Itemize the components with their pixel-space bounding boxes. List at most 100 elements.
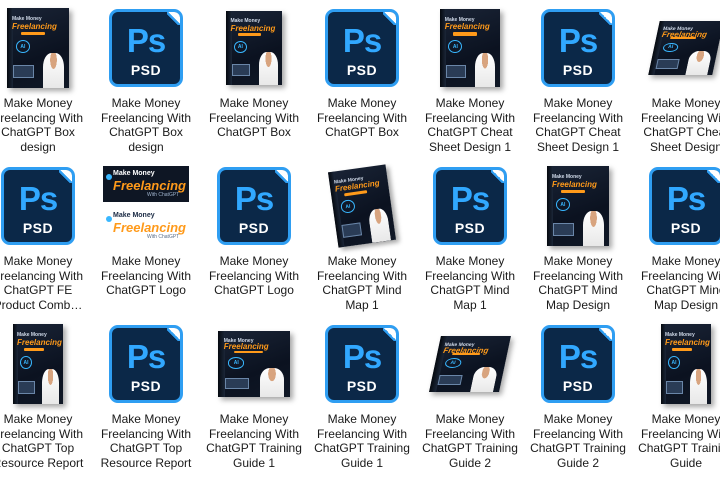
file-thumbnail[interactable]: Make Money Freelancing AI [424,2,516,94]
ai-badge: AI [15,40,31,54]
file-item[interactable]: Make Money Freelancing AI Make Money Freela… [424,2,516,158]
mockup-title-large: Freelancing [17,337,62,347]
file-item[interactable]: PsPSDMake Money Freelancing With ChatGPT… [208,160,300,316]
file-name-label[interactable]: Make Money Freelancing With ChatGPT Box [202,96,306,140]
file-name-label[interactable]: Make Money Freelancing With ChatGPT Chea… [526,96,630,154]
file-item[interactable]: Make Money Freelancing AI Make Money Freela… [206,318,302,474]
file-item[interactable]: PsPSDMake Money Freelancing With ChatGPT… [100,2,192,158]
file-name-label[interactable]: Make Money Freelancing With ChatGPT Box [310,96,414,140]
file-name-label[interactable]: Make Money Freelancing With ChatGPT Logo [202,254,306,298]
file-item[interactable]: Make Money Freelancing AI Make Money Freela… [532,160,624,316]
psd-file-icon: Ps PSD [433,167,507,245]
file-name-label[interactable]: Make Money Freelancing With ChatGPT Trai… [526,412,630,470]
file-item[interactable]: PsPSDMake Money Freelancing With ChatGPT… [314,318,410,474]
file-item[interactable]: PsPSDMake Money Freelancing With ChatGPT… [424,160,516,316]
ps-badge: Ps [18,180,58,217]
file-item[interactable]: Make Money Freelancing AI Make Money Freela… [0,2,84,158]
file-item[interactable]: PsPSDMake Money Freelancing With ChatGPT… [640,160,720,316]
psd-file-icon: Ps PSD [649,167,720,245]
file-thumbnail[interactable]: Make Money Freelancing AI [640,318,720,410]
file-thumbnail[interactable]: Make Money Freelancing AI [640,2,720,94]
laptop-graphic [18,381,35,395]
laptop-graphic [553,223,574,237]
psd-extension-label: PSD [562,378,594,394]
file-name-label[interactable]: Make Money Freelancing With ChatGPT FE P… [0,254,90,312]
file-thumbnail[interactable]: Make Money Freelancing AI [0,2,84,94]
laptop-graphic [666,381,683,395]
file-name-label[interactable]: Make Money Freelancing With ChatGPT Trai… [634,412,720,470]
file-name-label[interactable]: Make Money Freelancing With ChatGPT Chea… [634,96,720,154]
file-thumbnail[interactable]: Make Money Freelancing With ChatGPT Make Mo… [100,160,192,252]
report-thumbnail: Make Money Freelancing AI [13,324,63,404]
file-name-label[interactable]: Make Money Freelancing With ChatGPT Trai… [310,412,414,470]
file-thumbnail[interactable]: Make Money Freelancing AI [208,2,300,94]
file-name-label[interactable]: Make Money Freelancing With ChatGPT Trai… [418,412,522,470]
file-thumbnail[interactable]: Ps PSD [0,160,84,252]
person-graphic [367,207,392,243]
logo-mark-icon [106,174,112,180]
mockup-title-large: Freelancing [230,23,276,33]
psd-extension-label: PSD [346,62,378,78]
training-guide-thumbnail: Make Money Freelancing AI [218,331,290,397]
ps-badge: Ps [666,180,706,217]
file-name-label[interactable]: Make Money Freelancing With ChatGPT Box … [94,96,198,154]
file-item[interactable]: PsPSDMake Money Freelancing With ChatGPT… [100,318,192,474]
file-item[interactable]: PsPSDMake Money Freelancing With ChatGPT… [530,318,626,474]
mockup-title-large: Freelancing [665,337,710,347]
box-design-thumbnail: Make Money Freelancing AI [7,8,69,88]
file-thumbnail[interactable]: Ps PSD [100,2,192,94]
file-thumbnail[interactable]: Ps PSD [208,160,300,252]
file-item[interactable]: PsPSDMake Money Freelancing With ChatGPT… [0,160,84,316]
ai-badge: AI [20,356,32,370]
psd-file-icon: Ps PSD [325,325,399,403]
file-thumbnail[interactable]: Ps PSD [532,2,624,94]
mockup-accent-bar [453,32,478,36]
file-item[interactable]: Make Money Freelancing AI Make Money Freela… [208,2,300,158]
file-thumbnail[interactable]: Ps PSD [316,318,408,410]
ps-badge: Ps [234,180,274,217]
file-thumbnail[interactable]: Ps PSD [316,2,408,94]
file-name-label[interactable]: Make Money Freelancing With ChatGPT Mind… [526,254,630,312]
file-item[interactable]: Make Money Freelancing AI Make Money Freela… [422,318,518,474]
logo-main-word: Freelancing [113,178,186,193]
ps-badge: Ps [126,338,166,375]
file-name-label[interactable]: Make Money Freelancing With ChatGPT Mind… [634,254,720,312]
mockup-accent-bar [560,190,586,194]
file-item[interactable]: Make Money Freelancing AI Make Money Freela… [316,160,408,316]
file-thumbnail[interactable]: Ps PSD [640,160,720,252]
person-graphic [685,51,713,75]
file-name-label[interactable]: Make Money Freelancing With ChatGPT Trai… [202,412,306,470]
file-thumbnail[interactable]: Make Money Freelancing AI [316,160,408,252]
file-name-label[interactable]: Make Money Freelancing With ChatGPT Logo [94,254,198,298]
file-thumbnail[interactable]: Make Money Freelancing AI [208,318,300,410]
file-thumbnail[interactable]: Make Money Freelancing AI [532,160,624,252]
psd-extension-label: PSD [670,220,702,236]
laptop-graphic [225,377,249,390]
file-thumbnail[interactable]: Ps PSD [532,318,624,410]
file-grid: Make Money Freelancing AI Make Money Freela… [0,0,720,480]
file-name-label[interactable]: Make Money Freelancing With ChatGPT Chea… [418,96,522,154]
file-name-label[interactable]: Make Money Freelancing With ChatGPT Top … [0,412,90,470]
file-item[interactable]: Make Money Freelancing With ChatGPT Make Mo… [100,160,192,316]
psd-file-icon: Ps PSD [541,9,615,87]
file-thumbnail[interactable]: Ps PSD [100,318,192,410]
file-item[interactable]: Make Money Freelancing AI Make Money Freela… [640,2,720,158]
ps-badge: Ps [450,180,490,217]
laptop-graphic [13,65,34,79]
ps-badge: Ps [342,22,382,59]
mockup-title-large: Freelancing [444,22,490,32]
mockup-title-large: Freelancing [551,179,597,189]
file-item[interactable]: Make Money Freelancing AI Make Money Freela… [0,318,84,474]
ps-badge: Ps [558,22,598,59]
file-name-label[interactable]: Make Money Freelancing With ChatGPT Top … [94,412,198,470]
mockup-accent-bar [452,352,481,356]
file-thumbnail[interactable]: Make Money Freelancing AI [424,318,516,410]
file-name-label[interactable]: Make Money Freelancing With ChatGPT Mind… [418,254,522,312]
file-thumbnail[interactable]: Make Money Freelancing AI [0,318,84,410]
file-name-label[interactable]: Make Money Freelancing With ChatGPT Mind… [310,254,414,312]
file-name-label[interactable]: Make Money Freelancing With ChatGPT Box … [0,96,90,154]
file-thumbnail[interactable]: Ps PSD [424,160,516,252]
file-item[interactable]: PsPSDMake Money Freelancing With ChatGPT… [316,2,408,158]
file-item[interactable]: PsPSDMake Money Freelancing With ChatGPT… [532,2,624,158]
file-item[interactable]: Make Money Freelancing AI Make Money Freela… [638,318,720,474]
